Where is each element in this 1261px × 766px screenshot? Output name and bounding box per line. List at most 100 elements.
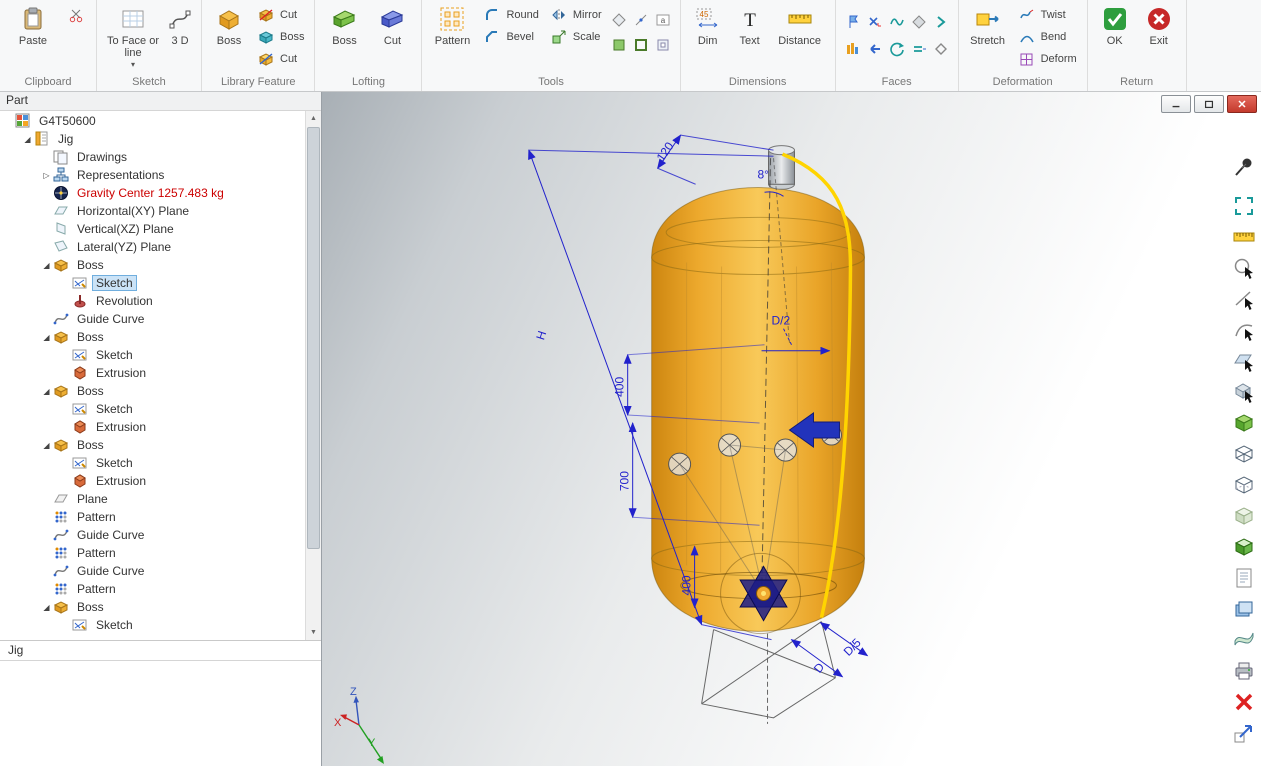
- diamond-face-icon[interactable]: [909, 12, 929, 32]
- expander-icon[interactable]: ◢: [40, 387, 53, 396]
- dim-label-400-upper[interactable]: 400: [613, 377, 627, 397]
- tree-item-boss[interactable]: ◢ Boss: [0, 436, 306, 454]
- tree-item-sketch[interactable]: Sketch: [0, 454, 306, 472]
- loft-cut-button[interactable]: Cut: [369, 3, 415, 47]
- cut-button[interactable]: [62, 5, 90, 25]
- round-button[interactable]: Round: [478, 5, 542, 25]
- tree-item-guide-curve[interactable]: Guide Curve: [0, 526, 306, 544]
- tree-item-label[interactable]: G4T50600: [35, 113, 100, 129]
- tree-item-label[interactable]: Pattern: [73, 509, 120, 525]
- frame-icon[interactable]: [653, 35, 673, 55]
- nozzle[interactable]: [769, 146, 795, 190]
- tree-scrollbar[interactable]: ▲ ▼: [305, 111, 321, 640]
- library-cut-button[interactable]: Cut: [252, 5, 308, 25]
- loft-boss-button[interactable]: Boss: [321, 3, 367, 47]
- tree-item-sketch[interactable]: Sketch: [0, 400, 306, 418]
- dim-label-700[interactable]: 700: [618, 471, 632, 491]
- tree-item-label[interactable]: Sketch: [92, 347, 137, 363]
- cross-face-icon[interactable]: [865, 12, 885, 32]
- printer-icon[interactable]: [1231, 658, 1257, 684]
- rotate-face-icon[interactable]: [887, 39, 907, 59]
- tree-item-extrusion[interactable]: Extrusion: [0, 364, 306, 382]
- select-face-icon[interactable]: [1231, 348, 1257, 374]
- tree-item-g4t50600[interactable]: G4T50600: [0, 112, 306, 130]
- library-boss-button[interactable]: Boss: [208, 3, 250, 47]
- angle-measure-icon[interactable]: [631, 10, 651, 30]
- bars-face-icon[interactable]: [843, 39, 863, 59]
- dim-label-d2[interactable]: D/2: [772, 314, 791, 328]
- select-body-icon[interactable]: [1231, 379, 1257, 405]
- viewport-3d[interactable]: H 120 8° D/2 400 700 400 D D/5: [322, 92, 1261, 766]
- tree-item-extrusion[interactable]: Extrusion: [0, 418, 306, 436]
- select-circle-icon[interactable]: [1231, 255, 1257, 281]
- export-icon[interactable]: [1231, 720, 1257, 746]
- select-line-icon[interactable]: [1231, 286, 1257, 312]
- deform-button[interactable]: Deform: [1013, 49, 1081, 69]
- tree-item-sketch[interactable]: Sketch: [0, 346, 306, 364]
- dim-label-120[interactable]: 120: [654, 139, 677, 164]
- expander-icon[interactable]: ◢: [21, 135, 34, 144]
- tree-item-lateral-yz-plane[interactable]: Lateral(YZ) Plane: [0, 238, 306, 256]
- tree-item-boss[interactable]: ◢Boss: [0, 598, 306, 616]
- library-boss2-button[interactable]: Boss: [252, 27, 308, 47]
- tree-item-guide-curve[interactable]: Guide Curve: [0, 562, 306, 580]
- twist-button[interactable]: Twist: [1013, 5, 1081, 25]
- dim-label-h[interactable]: H: [533, 329, 549, 342]
- scrollbar-thumb[interactable]: [307, 127, 320, 549]
- tree-item-label[interactable]: Boss: [73, 329, 108, 345]
- scale-button[interactable]: Scale: [545, 27, 606, 47]
- hidden-line-view-icon[interactable]: [1231, 472, 1257, 498]
- bottom-list-item-jig[interactable]: Jig: [0, 641, 321, 661]
- tree-item-label[interactable]: Guide Curve: [73, 527, 148, 543]
- equal-face-icon[interactable]: [909, 39, 929, 59]
- delete-icon[interactable]: [1231, 689, 1257, 715]
- tree-item-pattern[interactable]: Pattern: [0, 508, 306, 526]
- tree-item-label[interactable]: Lateral(YZ) Plane: [73, 239, 175, 255]
- bend-button[interactable]: Bend: [1013, 27, 1081, 47]
- wave-face-icon[interactable]: [887, 12, 907, 32]
- shell-green-icon[interactable]: [631, 35, 651, 55]
- to-face-or-line-button[interactable]: To Face or line ▾: [103, 3, 163, 71]
- iso-view-icon[interactable]: [1231, 534, 1257, 560]
- library-cut2-button[interactable]: Cut: [252, 49, 308, 69]
- exit-button[interactable]: Exit: [1138, 3, 1180, 47]
- tree-item-jig[interactable]: ◢Jig: [0, 130, 306, 148]
- wireframe-view-icon[interactable]: [1231, 441, 1257, 467]
- fit-view-icon[interactable]: [1231, 193, 1257, 219]
- tree-item-label[interactable]: Horizontal(XY) Plane: [73, 203, 193, 219]
- solid-green-icon[interactable]: [609, 35, 629, 55]
- tree-item-label[interactable]: Guide Curve: [73, 311, 148, 327]
- tree-item-pattern[interactable]: Pattern: [0, 544, 306, 562]
- close-button[interactable]: [1227, 95, 1257, 113]
- tree-item-label[interactable]: Plane: [73, 491, 112, 507]
- expander-icon[interactable]: ◢: [40, 441, 53, 450]
- dim-label-400-lower[interactable]: 400: [680, 575, 694, 595]
- solid-view-icon[interactable]: [1231, 410, 1257, 436]
- pin-icon[interactable]: [1231, 154, 1257, 180]
- tree-item-label[interactable]: Boss: [73, 383, 108, 399]
- tree-item-extrusion[interactable]: Extrusion: [0, 472, 306, 490]
- select-arc-icon[interactable]: [1231, 317, 1257, 343]
- tree-item-boss[interactable]: ◢Boss: [0, 328, 306, 346]
- tree-item-plane[interactable]: Plane: [0, 490, 306, 508]
- mirror-button[interactable]: Mirror: [545, 5, 606, 25]
- expander-icon[interactable]: ◢: [40, 261, 53, 270]
- flag-face-icon[interactable]: [843, 12, 863, 32]
- tree-item-label[interactable]: Pattern: [73, 581, 120, 597]
- tree-item-label[interactable]: Sketch: [92, 275, 137, 291]
- scroll-up-icon[interactable]: ▲: [306, 111, 321, 126]
- sketch-3d-button[interactable]: 3 D: [165, 3, 195, 47]
- pattern-button[interactable]: Pattern: [428, 3, 476, 47]
- tree-item-label[interactable]: Extrusion: [92, 365, 150, 381]
- text-box-icon[interactable]: a: [653, 10, 673, 30]
- tree-item-label[interactable]: Boss: [73, 437, 108, 453]
- tree-item-label[interactable]: Pattern: [73, 545, 120, 561]
- text-button[interactable]: T Text: [731, 3, 769, 47]
- tree-item-revolution[interactable]: Revolution: [0, 292, 306, 310]
- tree-item-label[interactable]: Revolution: [92, 293, 157, 309]
- tree-item-label[interactable]: Representations: [73, 167, 168, 183]
- tree-item-label[interactable]: Boss: [73, 599, 108, 615]
- tank-model[interactable]: [652, 146, 865, 634]
- minimize-button[interactable]: [1161, 95, 1191, 113]
- distance-button[interactable]: Distance: [771, 3, 829, 47]
